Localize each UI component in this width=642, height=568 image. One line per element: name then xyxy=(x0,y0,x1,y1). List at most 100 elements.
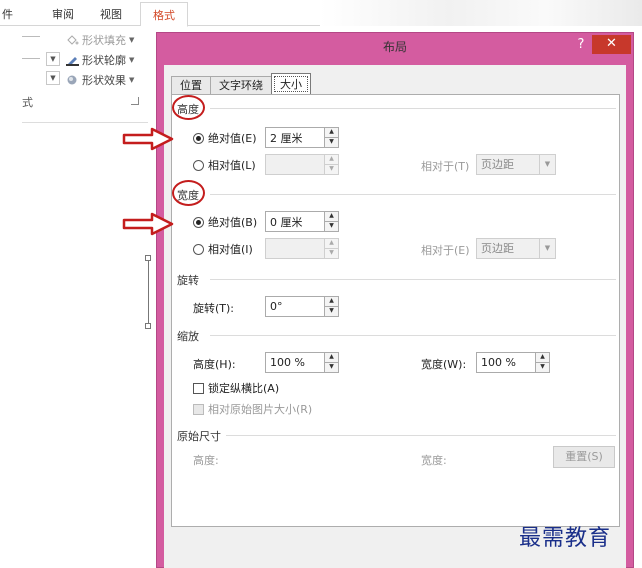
tab-position[interactable]: 位置 xyxy=(171,76,211,95)
annotation-circle xyxy=(172,95,205,120)
original-size-section-label: 原始尺寸 xyxy=(177,430,221,443)
width-absolute-radio[interactable]: 绝对值(B) xyxy=(193,214,257,230)
help-button[interactable]: ? xyxy=(574,36,588,54)
rotate-spinner[interactable]: ▲▼ xyxy=(265,296,339,317)
spin-down-icon[interactable]: ▼ xyxy=(325,249,339,259)
scale-width-input[interactable] xyxy=(476,352,536,373)
annotation-arrow-icon xyxy=(122,212,174,236)
spin-up-icon[interactable]: ▲ xyxy=(325,238,339,249)
spin-down-icon[interactable]: ▼ xyxy=(325,307,339,317)
spin-up-icon[interactable]: ▲ xyxy=(536,352,550,363)
scale-section-label: 缩放 xyxy=(177,330,199,343)
shape-outline-button[interactable]: 形状轮廓 ▼ xyxy=(66,52,134,68)
resize-handle[interactable] xyxy=(145,323,151,329)
shape-fill-button[interactable]: 形状填充 ▼ xyxy=(66,32,134,48)
selection-frame xyxy=(148,258,149,326)
scale-height-input[interactable] xyxy=(265,352,325,373)
chevron-down-icon: ▼ xyxy=(129,36,135,44)
group-launcher-icon[interactable] xyxy=(131,97,139,105)
lock-aspect-label: 锁定纵横比(A) xyxy=(208,382,280,395)
ribbon-divider xyxy=(22,58,40,59)
spin-down-icon[interactable]: ▼ xyxy=(536,363,550,373)
close-icon: ✕ xyxy=(606,36,617,51)
spin-up-icon[interactable]: ▲ xyxy=(325,127,339,138)
width-relative-spinner[interactable]: ▲ ▼ xyxy=(265,238,339,259)
height-relative-to-label: 相对于(T) xyxy=(421,160,470,173)
section-divider xyxy=(210,279,616,280)
spin-up-icon[interactable]: ▲ xyxy=(325,211,339,222)
relative-original-checkbox[interactable]: 相对原始图片大小(R) xyxy=(193,401,312,417)
width-absolute-input[interactable] xyxy=(265,211,325,232)
shape-outline-label: 形状轮廓 xyxy=(82,54,126,67)
tab-text-wrapping[interactable]: 文字环绕 xyxy=(210,76,272,95)
ribbon-tab-fragment[interactable]: 件 xyxy=(2,6,13,22)
ribbon-tab-bar: 件 审阅 视图 格式 xyxy=(0,0,642,27)
width-relative-input[interactable] xyxy=(265,238,325,259)
checkbox-box xyxy=(193,403,204,415)
chevron-down-icon: ▼ xyxy=(539,155,555,174)
spin-up-icon[interactable]: ▲ xyxy=(325,352,339,363)
section-divider xyxy=(210,335,616,336)
width-absolute-spinner[interactable]: ▲▼ xyxy=(265,211,339,232)
radio-indicator xyxy=(193,159,204,171)
dialog-client: 位置 文字环绕 大小 高度 绝对值(E) ▲▼ 相对值(L) xyxy=(164,65,626,568)
height-absolute-spinner[interactable]: ▲▼ xyxy=(265,127,339,148)
rotate-label: 旋转(T): xyxy=(193,302,235,315)
original-height-label: 高度: xyxy=(193,454,219,467)
reset-button[interactable]: 重置(S) xyxy=(553,446,615,468)
chevron-down-icon: ▼ xyxy=(129,76,135,84)
height-relative-radio[interactable]: 相对值(L) xyxy=(193,157,256,173)
spin-down-icon[interactable]: ▼ xyxy=(325,222,339,232)
relative-original-label: 相对原始图片大小(R) xyxy=(208,403,313,416)
width-relative-to-label: 相对于(E) xyxy=(421,244,470,257)
spin-up-icon[interactable]: ▲ xyxy=(325,296,339,307)
width-relative-label: 相对值(I) xyxy=(208,243,253,256)
spin-down-icon[interactable]: ▼ xyxy=(325,165,339,175)
height-relative-to-value: 页边距 xyxy=(481,158,514,171)
spin-down-icon[interactable]: ▼ xyxy=(325,138,339,148)
scale-width-label: 宽度(W): xyxy=(421,358,467,371)
shape-effect-label: 形状效果 xyxy=(82,74,126,87)
ribbon-tab-review[interactable]: 审阅 xyxy=(52,6,74,22)
ribbon-group-label: 式 xyxy=(22,96,33,109)
ribbon-combo-arrow[interactable]: ▼ xyxy=(46,52,60,66)
radio-indicator xyxy=(193,132,204,144)
dialog-tab-bar: 位置 文字环绕 大小 xyxy=(171,73,311,95)
height-relative-label: 相对值(L) xyxy=(208,159,256,172)
height-absolute-radio[interactable]: 绝对值(E) xyxy=(193,130,257,146)
height-relative-to-select[interactable]: 页边距 ▼ xyxy=(476,154,556,175)
ribbon-combo-arrow[interactable]: ▼ xyxy=(46,71,60,85)
height-relative-input[interactable] xyxy=(265,154,325,175)
tab-size[interactable]: 大小 xyxy=(271,73,311,95)
width-relative-radio[interactable]: 相对值(I) xyxy=(193,241,253,257)
rotate-input[interactable] xyxy=(265,296,325,317)
rotate-section-label: 旋转 xyxy=(177,274,199,287)
chevron-down-icon: ▼ xyxy=(129,56,135,64)
radio-indicator xyxy=(193,216,204,228)
ribbon-tab-view[interactable]: 视图 xyxy=(100,6,122,22)
size-tab-panel: 高度 绝对值(E) ▲▼ 相对值(L) ▲▼ 相对于(T) 页边距 xyxy=(171,94,620,527)
spin-down-icon[interactable]: ▼ xyxy=(325,363,339,373)
shape-effect-icon xyxy=(67,75,77,84)
pen-icon xyxy=(66,56,79,66)
ribbon-tab-format[interactable]: 格式 xyxy=(140,2,188,27)
checkbox-box xyxy=(193,382,204,394)
window-backdrop xyxy=(320,0,642,26)
shape-effect-button[interactable]: 形状效果 ▼ xyxy=(66,72,134,88)
original-width-label: 宽度: xyxy=(421,454,447,467)
scale-width-spinner[interactable]: ▲▼ xyxy=(476,352,550,373)
height-relative-spinner[interactable]: ▲ ▼ xyxy=(265,154,339,175)
close-button[interactable]: ✕ xyxy=(592,35,631,54)
paint-bucket-icon xyxy=(67,34,79,45)
lock-aspect-checkbox[interactable]: 锁定纵横比(A) xyxy=(193,380,279,396)
radio-indicator xyxy=(193,243,204,255)
resize-handle[interactable] xyxy=(145,255,151,261)
layout-dialog: 布局 ? ✕ 位置 文字环绕 大小 高度 绝对值(E) ▲▼ 相对值(L) xyxy=(156,32,634,568)
annotation-circle xyxy=(172,180,205,206)
width-relative-to-select[interactable]: 页边距 ▼ xyxy=(476,238,556,259)
height-absolute-input[interactable] xyxy=(265,127,325,148)
scale-height-spinner[interactable]: ▲▼ xyxy=(265,352,339,373)
annotation-arrow-icon xyxy=(122,127,174,151)
shape-fill-label: 形状填充 xyxy=(82,34,126,47)
spin-up-icon[interactable]: ▲ xyxy=(325,154,339,165)
